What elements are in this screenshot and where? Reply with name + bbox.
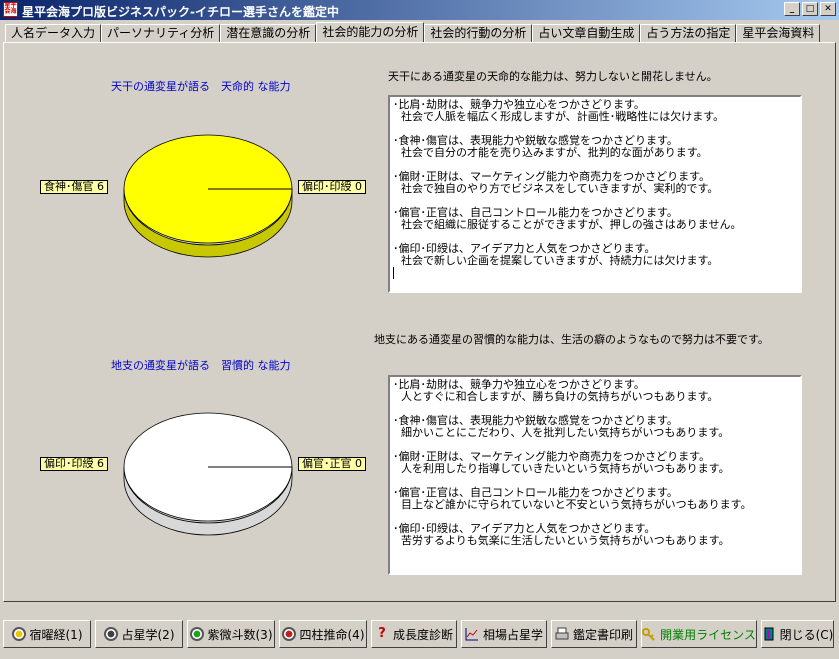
list-item: ･偏官･正官は、自己コントロール能力をつかさどります。 目上など誰かに守られていな…	[393, 486, 752, 511]
sukuyo-button[interactable]: 宿曜経(1)	[3, 620, 91, 648]
shichu-button[interactable]: 四柱推命(4)	[279, 620, 367, 648]
chishi-pie-chart	[123, 412, 293, 536]
text-caret	[393, 267, 394, 279]
bottom-toolbar: 宿曜経(1) 占星学(2) 紫微斗数(3) 四柱推命(4) ? 成長度診断 相場…	[3, 620, 836, 650]
tenkan-pie-chart	[123, 134, 293, 258]
list-item: ･食神･傷官は、表現能力や鋭敏な感覚をつかさどります。 社会で自分の才能を売り込み…	[393, 134, 708, 159]
question-icon: ?	[378, 626, 386, 641]
app-logo-icon: 星平会海	[3, 2, 18, 17]
list-item: ･偏財･正財は、マーケティング能力や商売力をつかさどります。 社会で独自のやり方で…	[393, 170, 719, 195]
tenkan-description: 天干にある通変星の天命的な能力は、努力しないと開花しません。	[388, 70, 718, 83]
key-icon-svg	[642, 628, 655, 641]
list-item: ･比肩･劫財は、競争力や独立心をつかさどります。 社会で人脈を幅広く形成しますが、…	[393, 98, 725, 123]
maximize-icon: □	[805, 4, 815, 14]
chishi-description: 地支にある通変星の習慣的な能力は、生活の癖のようなもので努力は不要です。	[374, 333, 769, 346]
dark-circle-icon	[103, 627, 118, 641]
door-icon-svg	[764, 627, 774, 641]
tenkan-left-label: 食神･傷官 6	[40, 180, 108, 194]
tab-social-ability[interactable]: 社会的能力の分析	[316, 22, 425, 42]
tab-auto-text[interactable]: 占い文章自動生成	[532, 24, 641, 42]
list-item: ･偏印･印綬は、アイデア力と人気をつかさどります。 社会で新しい企画を提案していき…	[393, 242, 719, 267]
list-item: ･比肩･劫財は、競争力や独立心をつかさどります。 人とすぐに和合しますが、勝ち負け…	[393, 378, 719, 403]
chishi-right-label: 偏官･正官 0	[298, 457, 366, 471]
minimize-button[interactable]: _	[784, 2, 800, 16]
tab-subconscious[interactable]: 潜在意識の分析	[220, 24, 317, 42]
chishi-left-label: 偏印･印綬 6	[40, 457, 108, 471]
list-item: ･食神･傷官は、表現能力や鋭敏な感覚をつかさどります。 細かいことにこだわり、人を…	[393, 414, 730, 439]
window-title: 星平会海プロ版ビジネスパック-イチロー選手さんを鑑定中	[22, 5, 339, 19]
list-item: ･偏官･正官は、自己コントロール能力をつかさどります。 社会で組織に服従することが…	[393, 206, 742, 231]
business-license-button[interactable]: 開業用ライセンス	[641, 620, 757, 648]
chart-icon-svg	[465, 628, 478, 641]
print-report-button[interactable]: 鑑定書印刷	[551, 620, 637, 648]
list-item: ･偏印･印綬は、アイデア力と人気をつかさどります。 苦労するよりも気楽に生活したい…	[393, 522, 730, 547]
chart-icon	[465, 627, 479, 641]
close-app-button[interactable]: 閉じる(C)	[761, 620, 834, 648]
shibi-button[interactable]: 紫微斗数(3)	[187, 620, 275, 648]
chishi-chart-title: 地支の通変星が語る 習慣的 な能力	[111, 359, 291, 372]
tab-bar: 人名データ入力 パーソナリティ分析 潜在意識の分析 社会的能力の分析 社会的行動…	[5, 22, 821, 42]
main-panel: 天干の通変星が語る 天命的 な能力 天干にある通変星の天命的な能力は、努力しない…	[3, 42, 836, 602]
printer-icon	[555, 627, 569, 641]
close-icon: ✕	[824, 4, 832, 14]
minimize-icon: _	[789, 4, 795, 14]
tenkan-right-label: 偏印･印綬 0	[298, 180, 366, 194]
growth-diagnosis-button[interactable]: ? 成長度診断	[371, 620, 457, 648]
astrology-button[interactable]: 占星学(2)	[95, 620, 183, 648]
tab-personality[interactable]: パーソナリティ分析	[101, 24, 221, 42]
tenkan-text-area[interactable]: ･比肩･劫財は、競争力や独立心をつかさどります。 社会で人脈を幅広く形成しますが、…	[388, 95, 802, 293]
tab-materials[interactable]: 星平会海資料	[736, 24, 821, 42]
maximize-button[interactable]: □	[802, 2, 818, 16]
tab-person-data[interactable]: 人名データ入力	[5, 24, 102, 42]
tab-social-behavior[interactable]: 社会的行動の分析	[424, 24, 533, 42]
red-circle-icon	[281, 627, 296, 641]
list-item: ･偏財･正財は、マーケティング能力や商売力をつかさどります。 人を利用したり指導し…	[393, 450, 730, 475]
key-icon	[642, 627, 656, 641]
tab-method[interactable]: 占う方法の指定	[640, 24, 737, 42]
chishi-text-area[interactable]: ･比肩･劫財は、競争力や独立心をつかさどります。 人とすぐに和合しますが、勝ち負け…	[388, 375, 802, 575]
green-circle-icon	[189, 627, 204, 641]
tenkan-chart-title: 天干の通変星が語る 天命的 な能力	[111, 80, 291, 93]
close-button[interactable]: ✕	[820, 2, 836, 16]
yellow-circle-icon	[11, 627, 26, 641]
printer-icon-svg	[555, 627, 569, 640]
door-icon	[762, 627, 776, 641]
title-bar[interactable]: 星平会海 星平会海プロ版ビジネスパック-イチロー選手さんを鑑定中 _ □ ✕	[0, 0, 839, 20]
market-astrology-button[interactable]: 相場占星学	[461, 620, 547, 648]
